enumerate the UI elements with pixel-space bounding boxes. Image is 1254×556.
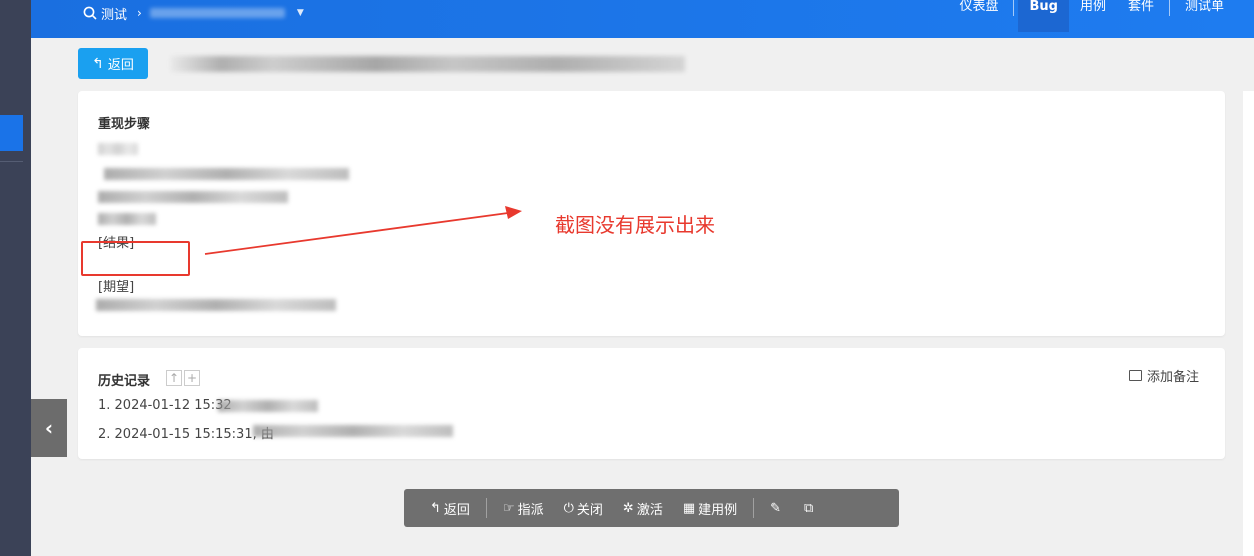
- redacted-expect-text: [96, 299, 336, 311]
- action-create-case-label: 建用例: [698, 502, 738, 518]
- nav-divider: [1168, 0, 1170, 16]
- edit-button[interactable]: ✎: [760, 489, 794, 527]
- redacted-bug-title: [170, 56, 685, 72]
- breadcrumb-separator: ›: [137, 6, 142, 20]
- action-assign-label: 指派: [517, 502, 544, 518]
- power-icon: ⏻: [563, 500, 574, 516]
- action-back-label: 返回: [443, 502, 470, 518]
- top-header: 测试 › ▼ 仪表盘 Bug 用例 套件 测试单: [31, 0, 1254, 38]
- comment-icon: [1128, 370, 1142, 381]
- action-create-case-button[interactable]: ▦ 建用例: [673, 489, 747, 527]
- action-close-button[interactable]: ⏻ 关闭: [554, 489, 613, 527]
- hand-point-icon: ☞: [502, 500, 515, 516]
- history-item: 1. 2024-01-12 15:32: [98, 398, 232, 413]
- undo-icon: ↰: [430, 500, 441, 516]
- nav-divider: [1013, 0, 1015, 16]
- breadcrumb: 测试 › ▼: [83, 0, 304, 26]
- side-panel-edge: [1243, 91, 1254, 556]
- edit-icon: ✎: [770, 500, 782, 516]
- action-back-button[interactable]: ↰ 返回: [420, 489, 480, 527]
- redacted-step-text: [104, 168, 349, 180]
- magic-wand-icon: ✲: [622, 500, 634, 516]
- nav-suites[interactable]: 套件: [1117, 0, 1165, 32]
- redacted-product-name[interactable]: [149, 8, 285, 18]
- copy-button[interactable]: ⧉: [794, 489, 826, 527]
- breadcrumb-root[interactable]: 测试: [101, 4, 127, 23]
- add-note-label: 添加备注: [1146, 370, 1199, 385]
- chevron-left-icon: ‹: [44, 416, 54, 440]
- collapse-sidebar-button[interactable]: ‹: [31, 399, 67, 457]
- back-button[interactable]: ↰ 返回: [78, 48, 148, 79]
- nav-cases[interactable]: 用例: [1069, 0, 1117, 32]
- expand-all-icon[interactable]: +: [184, 370, 200, 386]
- annotation-highlight-box: [81, 241, 190, 276]
- action-activate-label: 激活: [636, 502, 663, 518]
- nav-dashboard[interactable]: 仪表盘: [948, 0, 1009, 32]
- action-close-label: 关闭: [576, 502, 603, 518]
- main-nav: 仪表盘 Bug 用例 套件 测试单: [948, 0, 1254, 32]
- back-button-label: 返回: [107, 58, 134, 73]
- chevron-down-icon[interactable]: ▼: [297, 8, 304, 18]
- redacted-step-text: [98, 213, 156, 225]
- history-toolbar: ↑ +: [166, 370, 200, 386]
- rail-active-item[interactable]: [0, 115, 23, 151]
- redacted-step-text: [98, 143, 138, 155]
- nav-testtask[interactable]: 测试单: [1174, 0, 1254, 32]
- action-activate-button[interactable]: ✲ 激活: [613, 489, 673, 527]
- add-note-button[interactable]: 添加备注: [1128, 366, 1199, 385]
- action-divider: [485, 498, 487, 518]
- action-assign-button[interactable]: ☞ 指派: [493, 489, 554, 527]
- annotation-text: 截图没有展示出来: [555, 213, 715, 237]
- redacted-history-text: [218, 400, 318, 412]
- redacted-step-text: [98, 191, 288, 203]
- sitemap-icon: ▦: [682, 500, 696, 516]
- steps-title: 重现步骤: [98, 117, 151, 132]
- left-rail: [0, 0, 31, 556]
- rail-divider: [0, 161, 23, 162]
- expect-label: [期望]: [98, 280, 135, 295]
- history-item: 2. 2024-01-15 15:15:31, 由: [98, 427, 274, 442]
- nav-bug[interactable]: Bug: [1018, 0, 1069, 32]
- action-bar: ↰ 返回 ☞ 指派 ⏻ 关闭 ✲ 激活 ▦ 建用例 ✎ ⧉: [404, 489, 899, 527]
- history-title: 历史记录: [98, 374, 151, 389]
- action-divider: [753, 498, 755, 518]
- history-card: 历史记录 ↑ + 添加备注 1. 2024-01-12 15:32 2. 202…: [78, 348, 1225, 459]
- copy-icon: ⧉: [804, 500, 814, 516]
- redacted-history-text: [253, 425, 453, 437]
- undo-icon: ↰: [92, 55, 104, 72]
- search-icon: [83, 6, 97, 20]
- sort-up-icon[interactable]: ↑: [166, 370, 182, 386]
